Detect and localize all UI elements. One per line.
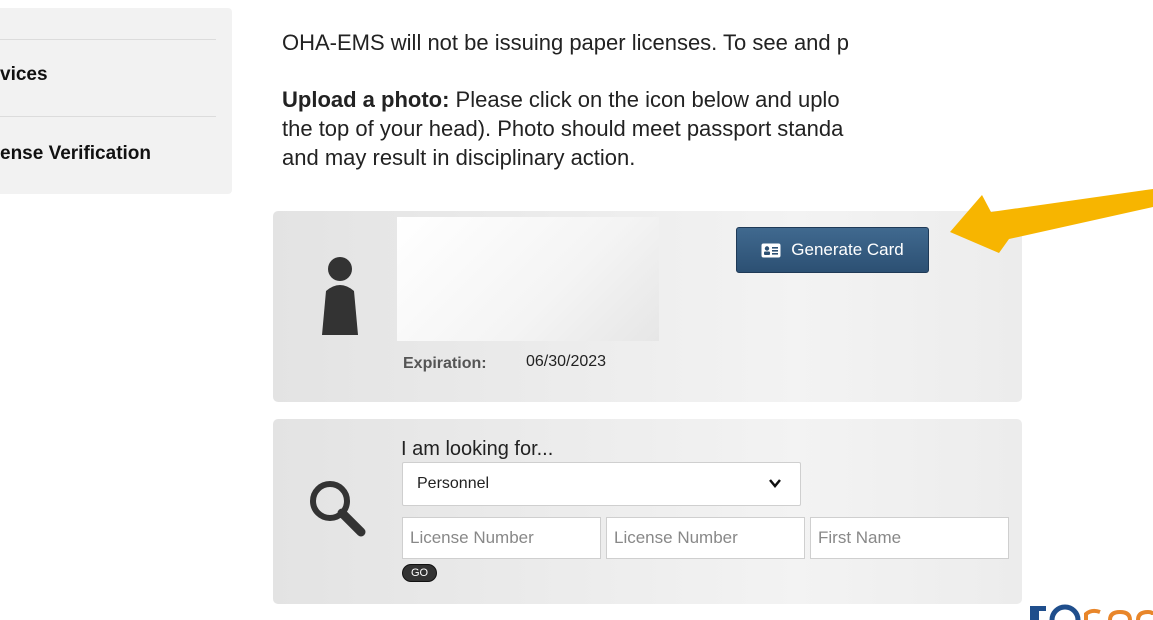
notice-paper-licenses: OHA-EMS will not be issuing paper licens… [282,30,849,55]
generate-card-label: Generate Card [791,240,904,259]
photo-placeholder[interactable] [397,217,659,341]
chevron-down-icon [769,479,781,488]
generate-card-button[interactable]: Generate Card [736,227,929,273]
looking-for-label: I am looking for... [401,438,554,460]
expiration-value: 06/30/2023 [526,353,607,370]
go-button[interactable]: GO [402,564,437,582]
category-select[interactable]: Personnel [402,462,801,506]
category-select-value: Personnel [417,475,490,492]
upload-instructions: Please click on the icon below and uplo [449,87,840,112]
upload-heading: Upload a photo: [282,87,450,112]
expiration-label: Expiration: [403,355,487,372]
callout-arrow [950,189,1153,253]
magnifier-icon [310,481,366,537]
notice-line: the top of your head). Photo should meet… [282,116,844,141]
notice-line: and may result in disciplinary action. [282,145,636,170]
person-icon[interactable] [319,257,361,335]
main-content: OHA-EMS will not be issuing paper licens… [0,0,1022,620]
license-card-panel: Generate Card Expiration: 06/30/2023 [273,211,1022,402]
license-number-input-2[interactable]: License Number [606,517,805,559]
oregon-logo-mark [1030,604,1153,620]
oregon-logo [1030,600,1153,620]
id-card-icon [761,243,781,257]
license-number-input[interactable]: License Number [402,517,601,559]
search-panel: I am looking for... Personnel License Nu… [273,419,1022,604]
first-name-input[interactable]: First Name [810,517,1009,559]
notice-upload-photo: Upload a photo: Please click on the icon… [282,85,840,114]
